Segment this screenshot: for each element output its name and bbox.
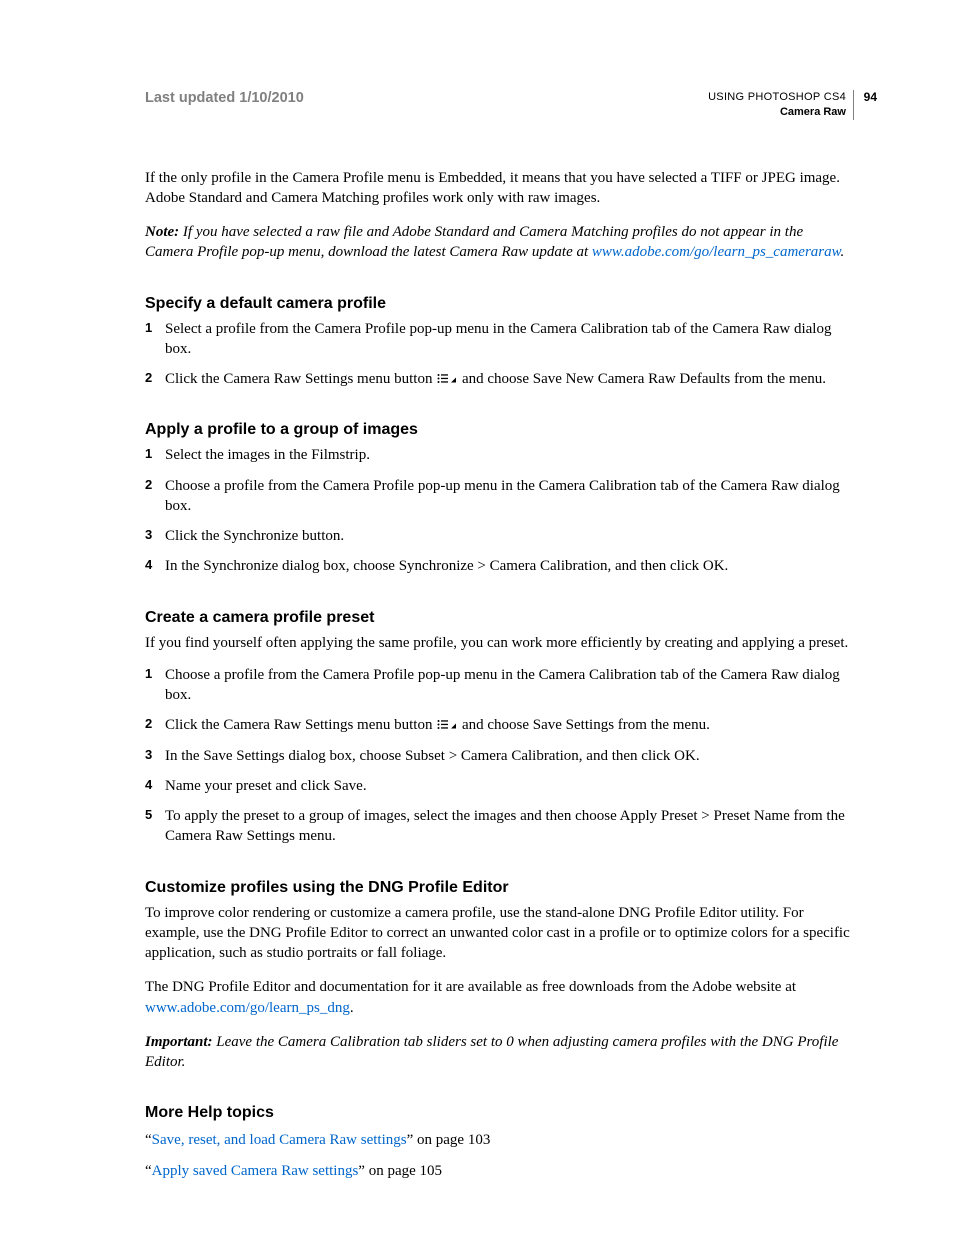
topic-suffix: ” on page 105 (358, 1163, 442, 1179)
doc-title: USING PHOTOSHOP CS4 (708, 90, 846, 105)
page-header: Last updated 1/10/2010 USING PHOTOSHOP C… (145, 90, 854, 120)
note-body-end: . (841, 244, 845, 260)
note-link[interactable]: www.adobe.com/go/learn_ps_cameraraw (592, 244, 841, 260)
section-create-preset: Create a camera profile preset If you fi… (145, 609, 854, 847)
intro-paragraph: If the only profile in the Camera Profil… (145, 168, 854, 209)
important-body: Leave the Camera Calibration tab sliders… (145, 1034, 838, 1070)
step-item: In the Save Settings dialog box, choose … (145, 746, 854, 766)
help-topic-line: “Apply saved Camera Raw settings” on pag… (145, 1161, 854, 1181)
step-text: and choose Save New Camera Raw Defaults … (458, 371, 826, 387)
header-doc-info: USING PHOTOSHOP CS4 Camera Raw 94 (708, 90, 854, 120)
last-updated-text: Last updated 1/10/2010 (145, 90, 304, 106)
settings-menu-icon (437, 373, 457, 384)
paragraph: The DNG Profile Editor and documentation… (145, 977, 854, 1018)
section-heading: Create a camera profile preset (145, 609, 854, 627)
step-item: Click the Camera Raw Settings menu butto… (145, 369, 854, 389)
step-list: Choose a profile from the Camera Profile… (145, 665, 854, 847)
step-item: Select the images in the Filmstrip. (145, 445, 854, 465)
settings-menu-icon (437, 719, 457, 730)
doc-section: Camera Raw (708, 105, 846, 120)
step-item: Name your preset and click Save. (145, 776, 854, 796)
help-topic-link[interactable]: Apply saved Camera Raw settings (152, 1163, 359, 1179)
quote-open: “ (145, 1163, 152, 1179)
step-text: Click the Camera Raw Settings menu butto… (165, 371, 436, 387)
section-specify-default: Specify a default camera profile Select … (145, 295, 854, 390)
section-apply-group: Apply a profile to a group of images Sel… (145, 421, 854, 576)
step-item: In the Synchronize dialog box, choose Sy… (145, 556, 854, 576)
step-item: Click the Camera Raw Settings menu butto… (145, 715, 854, 735)
paragraph: To improve color rendering or customize … (145, 903, 854, 964)
important-block: Important: Leave the Camera Calibration … (145, 1032, 854, 1073)
step-list: Select a profile from the Camera Profile… (145, 319, 854, 390)
more-help-topics: More Help topics “Save, reset, and load … (145, 1104, 854, 1181)
section-heading: Customize profiles using the DNG Profile… (145, 879, 854, 897)
section-intro-text: If you find yourself often applying the … (145, 633, 854, 653)
step-text: Click the Camera Raw Settings menu butto… (165, 717, 436, 733)
page-number: 94 (864, 89, 877, 105)
document-page: Last updated 1/10/2010 USING PHOTOSHOP C… (0, 0, 954, 1181)
step-item: Choose a profile from the Camera Profile… (145, 476, 854, 517)
quote-open: “ (145, 1132, 152, 1148)
step-item: Click the Synchronize button. (145, 526, 854, 546)
help-topic-link[interactable]: Save, reset, and load Camera Raw setting… (152, 1132, 407, 1148)
step-item: Select a profile from the Camera Profile… (145, 319, 854, 360)
note-label: Note: (145, 224, 179, 240)
step-text: and choose Save Settings from the menu. (458, 717, 710, 733)
text-fragment: . (350, 1000, 354, 1016)
note-block: Note: If you have selected a raw file an… (145, 222, 854, 263)
section-dng-editor: Customize profiles using the DNG Profile… (145, 879, 854, 1073)
help-topic-line: “Save, reset, and load Camera Raw settin… (145, 1130, 854, 1150)
step-item: To apply the preset to a group of images… (145, 806, 854, 847)
step-item: Choose a profile from the Camera Profile… (145, 665, 854, 706)
section-heading: Specify a default camera profile (145, 295, 854, 313)
text-fragment: The DNG Profile Editor and documentation… (145, 979, 796, 995)
important-label: Important: (145, 1034, 213, 1050)
section-heading: More Help topics (145, 1104, 854, 1122)
dng-link[interactable]: www.adobe.com/go/learn_ps_dng (145, 1000, 350, 1016)
step-list: Select the images in the Filmstrip. Choo… (145, 445, 854, 576)
topic-suffix: ” on page 103 (407, 1132, 491, 1148)
section-heading: Apply a profile to a group of images (145, 421, 854, 439)
